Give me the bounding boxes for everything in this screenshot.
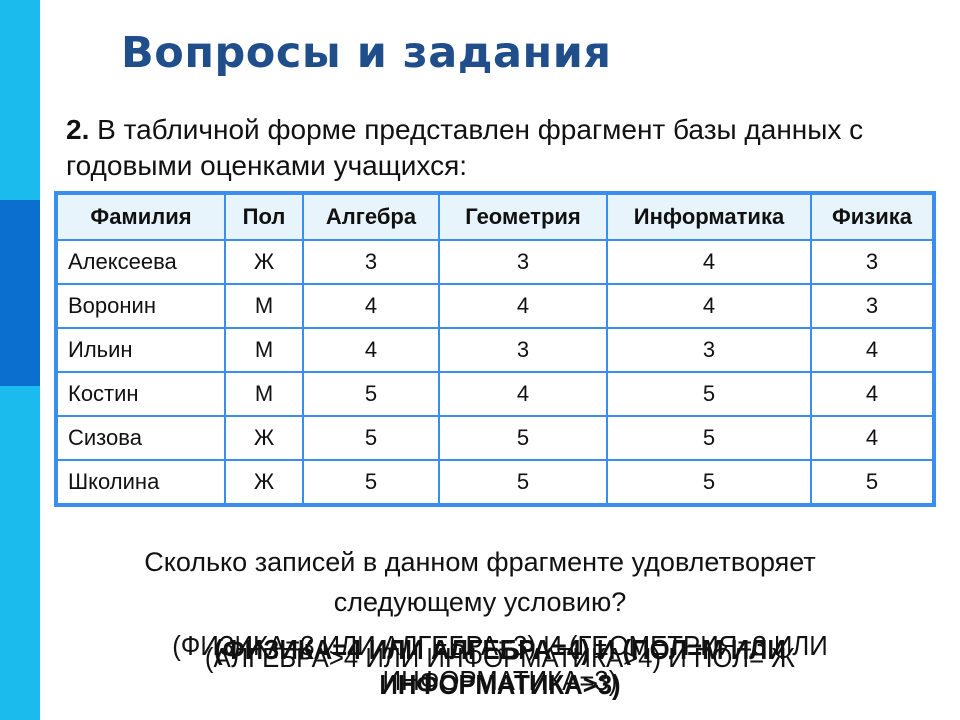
- cell-algebra: 4: [302, 283, 440, 329]
- table-row: Сизова Ж 5 5 5 4: [55, 415, 935, 461]
- cell-surname: Ильин: [55, 327, 226, 373]
- table-row: Воронин М 4 4 4 3: [55, 283, 935, 329]
- cell-algebra: 4: [302, 327, 440, 373]
- cell-informatics: 5: [606, 459, 812, 506]
- table-row: Ильин М 4 3 3 4: [55, 327, 935, 373]
- question-line-1: Сколько записей в данном фрагменте удовл…: [144, 547, 816, 577]
- cell-geometry: 4: [438, 371, 608, 417]
- cell-geometry: 3: [438, 327, 608, 373]
- table-row: Алексеева Ж 3 3 4 3: [55, 239, 935, 285]
- cell-physics: 4: [810, 415, 935, 461]
- cell-informatics: 3: [606, 327, 812, 373]
- cell-informatics: 4: [606, 283, 812, 329]
- cell-informatics: 5: [606, 371, 812, 417]
- table-header-row: Фамилия Пол Алгебра Геометрия Информатик…: [55, 192, 935, 241]
- cell-surname: Школина: [55, 459, 226, 506]
- cell-geometry: 4: [438, 283, 608, 329]
- cell-gender: Ж: [224, 239, 304, 285]
- cell-physics: 5: [810, 459, 935, 506]
- header-gender: Пол: [224, 192, 304, 241]
- question-line-2: следующему условию?: [333, 587, 627, 617]
- cell-gender: Ж: [224, 415, 304, 461]
- cell-surname: Воронин: [55, 283, 226, 329]
- header-algebra: Алгебра: [302, 192, 440, 241]
- cell-algebra: 5: [302, 459, 440, 506]
- header-geometry: Геометрия: [438, 192, 608, 241]
- header-surname: Фамилия: [55, 192, 226, 241]
- cell-gender: М: [224, 371, 304, 417]
- cell-informatics: 5: [606, 415, 812, 461]
- table-row: Костин М 5 4 5 4: [55, 371, 935, 417]
- task-number: 2.: [66, 114, 90, 145]
- cell-geometry: 3: [438, 239, 608, 285]
- condition-3-line-2: ИНФОРМАТИКА>3): [379, 669, 621, 700]
- cell-physics: 4: [810, 327, 935, 373]
- condition-overlay-3: (ФИЗИКА=4 ИЛИ АЛГЕБРА=4) И (ПОЛ=М ИЛИ ИН…: [95, 632, 905, 702]
- cell-geometry: 5: [438, 415, 608, 461]
- cell-physics: 4: [810, 371, 935, 417]
- cell-surname: Алексеева: [55, 239, 226, 285]
- cell-physics: 3: [810, 239, 935, 285]
- cell-informatics: 4: [606, 239, 812, 285]
- question-text: Сколько записей в данном фрагменте удовл…: [0, 542, 960, 622]
- table-row: Школина Ж 5 5 5 5: [55, 459, 935, 506]
- side-accent-block: [0, 200, 40, 386]
- task-text: В табличной форме представлен фрагмент б…: [66, 114, 864, 181]
- header-physics: Физика: [810, 192, 935, 241]
- cell-physics: 3: [810, 283, 935, 329]
- slide-title: Вопросы и задания: [121, 28, 612, 78]
- cell-gender: Ж: [224, 459, 304, 506]
- task-statement: 2. В табличной форме представлен фрагмен…: [66, 112, 886, 184]
- cell-algebra: 3: [302, 239, 440, 285]
- cell-surname: Костин: [55, 371, 226, 417]
- cell-algebra: 5: [302, 415, 440, 461]
- cell-gender: М: [224, 327, 304, 373]
- header-informatics: Информатика: [606, 192, 812, 241]
- grades-table: Фамилия Пол Алгебра Геометрия Информатик…: [54, 191, 936, 507]
- cell-gender: М: [224, 283, 304, 329]
- cell-surname: Сизова: [55, 415, 226, 461]
- condition-3-line-1: (ФИЗИКА=4 ИЛИ АЛГЕБРА=4) И (ПОЛ=М ИЛИ: [214, 634, 786, 665]
- cell-geometry: 5: [438, 459, 608, 506]
- cell-algebra: 5: [302, 371, 440, 417]
